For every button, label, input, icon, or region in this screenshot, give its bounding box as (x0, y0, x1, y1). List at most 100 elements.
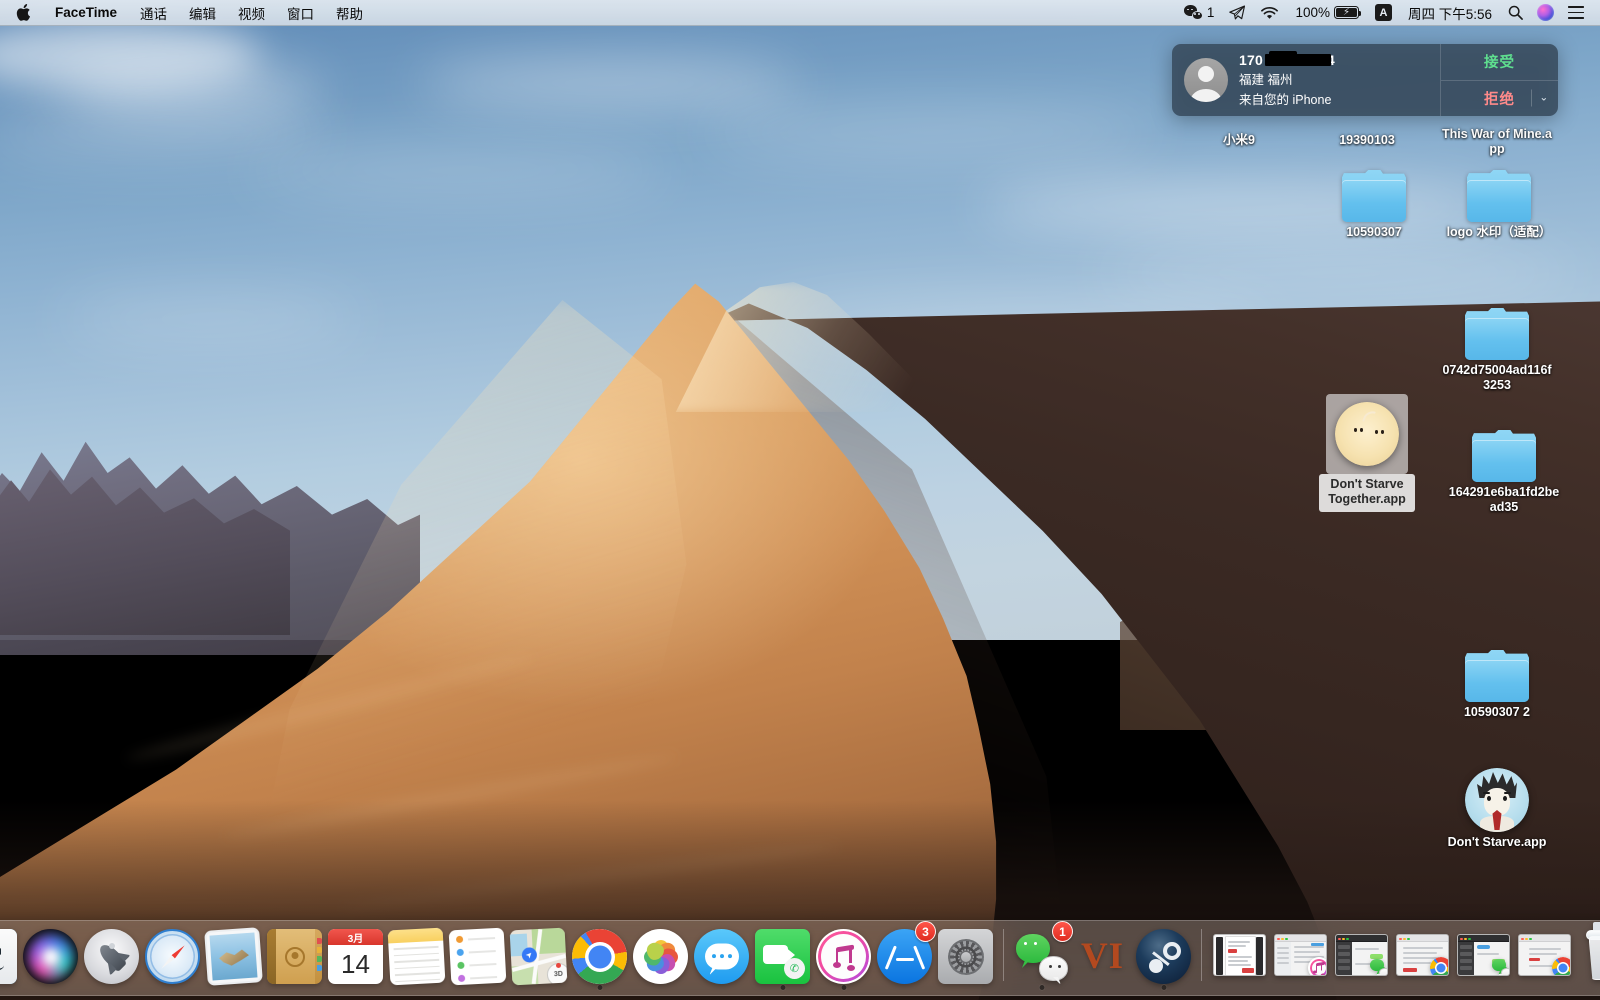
calendar-icon: 3月 14 (328, 929, 383, 984)
desktop-icon-label: Don't Starve Together.app (1319, 474, 1415, 512)
folder-icon (1465, 650, 1529, 702)
system-preferences-icon (938, 929, 993, 984)
contacts-icon (267, 929, 322, 984)
cloud (60, 300, 360, 338)
chrome-icon (1552, 957, 1570, 975)
menu-bar-left: FaceTime 通话 编辑 视频 窗口 帮助 (0, 0, 374, 25)
dock-item-photos[interactable] (630, 923, 691, 991)
siri-icon (23, 929, 78, 984)
battery-percent-label: 100% (1295, 5, 1330, 20)
window-thumbnail (1274, 934, 1327, 976)
dock-minimized-chrome-window-2[interactable] (1514, 923, 1575, 991)
caller-number-prefix: 170 (1239, 52, 1263, 68)
call-source: 来自您的 iPhone (1239, 93, 1332, 107)
dock-item-wechat[interactable]: 1 (1011, 921, 1073, 991)
apple-menu-icon[interactable] (0, 0, 44, 25)
chrome-icon (572, 929, 627, 984)
chevron-down-icon[interactable]: ⌄ (1530, 89, 1549, 107)
steam-icon (1136, 929, 1191, 984)
app-icon (1465, 768, 1529, 832)
caller-number: 170xxxxxxx04 (1239, 51, 1335, 68)
window-thumbnail (1396, 934, 1449, 976)
status-spotlight[interactable] (1502, 0, 1529, 25)
menu-item-video[interactable]: 视频 (227, 0, 276, 25)
dock[interactable]: 3月 14 3D (0, 920, 1600, 996)
dock-item-messages[interactable] (691, 923, 752, 991)
cloud (250, 150, 670, 190)
messages-icon (694, 929, 749, 984)
dock-item-itunes[interactable] (813, 923, 874, 991)
dock-item-facetime[interactable]: ✆ (752, 923, 813, 991)
search-icon (1508, 5, 1523, 20)
dock-item-system-preferences[interactable] (935, 923, 996, 991)
dock-item-launchpad[interactable] (81, 923, 142, 991)
desktop-icon-dont-starve-together-app[interactable]: Don't Starve Together.app (1308, 394, 1426, 512)
dock-item-siri[interactable] (20, 923, 81, 991)
menu-item-help[interactable]: 帮助 (325, 0, 374, 25)
folder-icon (1342, 170, 1406, 222)
calendar-month: 3月 (328, 929, 383, 945)
desktop-icon-0742d75004ad116f3253[interactable]: 0742d75004ad116f3253 (1438, 308, 1556, 393)
notification-actions: 接受 拒绝 ⌄ (1440, 44, 1558, 116)
desktop-icon-10590307-2[interactable]: 10590307 2 (1438, 650, 1556, 720)
desktop-icon-label: 0742d75004ad116f3253 (1442, 363, 1552, 392)
dock-item-finder[interactable] (0, 923, 20, 991)
status-battery[interactable]: 100% ⚡ (1287, 0, 1367, 25)
mail-icon (204, 927, 263, 986)
status-siri[interactable] (1531, 0, 1560, 25)
battery-icon: ⚡ (1333, 6, 1362, 19)
window-thumbnail (1213, 934, 1266, 976)
reminders-icon (448, 927, 507, 986)
status-clock[interactable]: 周四 下午5:56 (1400, 0, 1500, 25)
status-notification-center[interactable] (1562, 0, 1590, 25)
desktop-icon-label: This War of Mine.app (1442, 127, 1552, 156)
siri-icon (1537, 4, 1554, 21)
menu-item-window[interactable]: 窗口 (276, 0, 325, 25)
launchpad-icon (84, 929, 139, 984)
accept-call-button[interactable]: 接受 (1441, 44, 1558, 80)
running-indicator (1039, 985, 1044, 990)
dock-item-calendar[interactable]: 3月 14 (325, 923, 386, 991)
status-wechat[interactable]: 1 (1178, 0, 1221, 25)
status-telegram[interactable] (1222, 0, 1252, 25)
wechat-icon (1369, 957, 1387, 975)
decline-call-button[interactable]: 拒绝 ⌄ (1441, 79, 1558, 117)
dock-minimized-wechat-window-2[interactable] (1453, 923, 1514, 991)
desktop-icon-dont-starve-app[interactable]: Don't Starve.app (1438, 768, 1556, 850)
menu-bar[interactable]: FaceTime 通话 编辑 视频 窗口 帮助 1 100% ⚡ A 周四 下午… (0, 0, 1600, 26)
dock-item-maps[interactable]: 3D (508, 923, 569, 991)
dock-minimized-itunes-window[interactable] (1270, 923, 1331, 991)
macvim-icon: VI (1080, 936, 1125, 977)
facetime-call-notification[interactable]: 170xxxxxxx04 福建 福州 来自您的 iPhone 接受 拒绝 ⌄ (1172, 44, 1558, 116)
dock-item-trash[interactable] (1575, 922, 1600, 991)
menu-bar-status-area: 1 100% ⚡ A 周四 下午5:56 (1178, 0, 1600, 25)
menu-app-name[interactable]: FaceTime (44, 0, 129, 25)
window-thumbnail (1518, 934, 1571, 976)
status-wifi[interactable] (1254, 0, 1285, 25)
dont-starve-together-artwork (1335, 402, 1399, 466)
dock-item-macvim[interactable]: VI (1072, 923, 1133, 991)
itunes-icon (1308, 957, 1326, 975)
dock-minimized-wechat-window[interactable] (1331, 923, 1392, 991)
dock-item-steam[interactable] (1133, 923, 1194, 991)
dock-item-reminders[interactable] (447, 923, 508, 991)
menu-item-call[interactable]: 通话 (129, 0, 178, 25)
dock-item-mail[interactable] (203, 923, 264, 991)
wechat-icon (1183, 5, 1203, 20)
dock-item-notes[interactable] (386, 923, 447, 991)
desktop-icon-164291e6ba1fd2bead35[interactable]: 164291e6ba1fd2bead35 (1445, 430, 1563, 515)
app-store-badge: 3 (915, 921, 936, 942)
desktop-icon-10590307[interactable]: 10590307 (1315, 170, 1433, 240)
wechat-badge: 1 (1052, 921, 1073, 942)
dock-minimized-chrome-window[interactable] (1392, 923, 1453, 991)
status-input-source[interactable]: A (1369, 0, 1398, 25)
trash-icon (1582, 922, 1600, 980)
safari-icon (145, 929, 200, 984)
dock-item-app-store[interactable]: 3 (874, 921, 936, 991)
desktop-icon-logo-watermark[interactable]: logo 水印（适配） (1440, 170, 1558, 240)
menu-item-edit[interactable]: 编辑 (178, 0, 227, 25)
dock-item-safari[interactable] (142, 923, 203, 991)
dock-minimized-document-window[interactable] (1209, 923, 1270, 991)
dock-item-contacts[interactable] (264, 923, 325, 991)
dock-item-chrome[interactable] (569, 923, 630, 991)
